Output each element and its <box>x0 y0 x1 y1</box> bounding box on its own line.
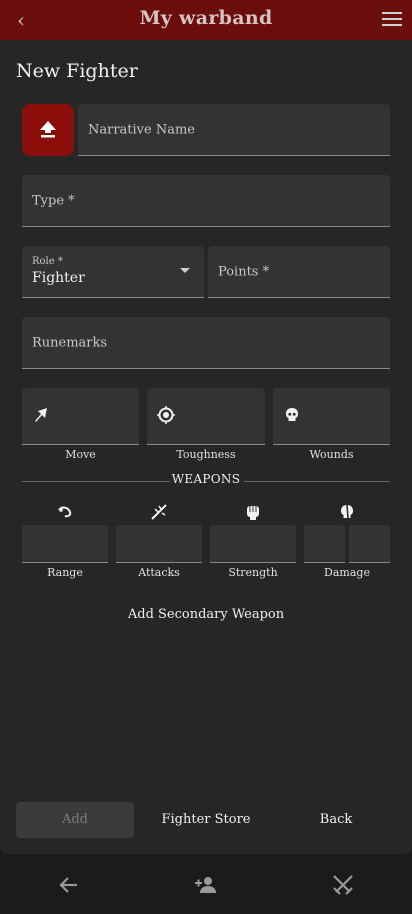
role-select[interactable]: Role * Fighter <box>22 246 204 298</box>
skull-icon <box>286 408 298 421</box>
toughness-field[interactable] <box>147 388 265 445</box>
role-label: Role * <box>32 256 63 267</box>
add-secondary-weapon-button[interactable]: Add Secondary Weapon <box>0 607 412 622</box>
strength-field[interactable] <box>210 525 296 563</box>
runemarks-field[interactable]: Runemarks <box>22 317 390 369</box>
damage-field[interactable] <box>304 525 345 563</box>
attacks-field[interactable] <box>116 525 202 563</box>
strength-caption: Strength <box>228 566 278 579</box>
runemarks-label: Runemarks <box>32 335 108 350</box>
role-value: Fighter <box>32 270 85 286</box>
narrative-name-placeholder: Narrative Name <box>88 122 196 137</box>
narrative-name-field[interactable]: Narrative Name <box>78 104 390 156</box>
range-field[interactable] <box>22 525 108 563</box>
form-heading: New Fighter <box>16 60 138 82</box>
damage-icon <box>341 504 353 519</box>
type-label: Type * <box>32 193 75 208</box>
back-button[interactable]: Back <box>290 802 382 838</box>
move-field[interactable] <box>22 388 139 445</box>
range-caption: Range <box>47 566 83 579</box>
dropdown-caret-icon <box>180 268 190 273</box>
fighter-form-panel: New Fighter Narrative Name Type * Role *… <box>0 40 412 854</box>
type-field[interactable]: Type * <box>22 175 390 227</box>
upload-icon <box>40 121 56 138</box>
fighter-store-button[interactable]: Fighter Store <box>150 802 262 838</box>
page-title: My warband <box>139 7 273 29</box>
fist-icon <box>247 506 259 520</box>
critical-damage-field[interactable] <box>349 525 390 563</box>
toughness-caption: Toughness <box>176 448 236 461</box>
add-person-icon[interactable] <box>193 872 219 898</box>
upload-image-button[interactable] <box>22 104 74 156</box>
points-field[interactable]: Points * <box>208 246 390 298</box>
damage-caption: Damage <box>324 566 370 579</box>
hamburger-menu-icon[interactable] <box>382 12 402 28</box>
app-header: ‹ My warband <box>0 0 412 40</box>
crossed-swords-icon[interactable] <box>330 872 356 898</box>
range-icon <box>58 506 72 518</box>
bottom-navigation <box>0 858 412 914</box>
points-label: Points * <box>218 264 270 279</box>
wounds-field[interactable] <box>273 388 390 445</box>
attacks-icon <box>151 504 167 520</box>
wounds-caption: Wounds <box>309 448 354 461</box>
arrow-back-icon[interactable] <box>56 872 82 898</box>
move-caption: Move <box>65 448 96 461</box>
shield-icon <box>157 406 175 424</box>
weapons-heading: WEAPONS <box>171 472 241 486</box>
attacks-caption: Attacks <box>138 566 180 579</box>
weapons-divider-right <box>244 481 390 482</box>
move-arrow-icon <box>35 408 47 422</box>
add-button[interactable]: Add <box>16 802 134 838</box>
